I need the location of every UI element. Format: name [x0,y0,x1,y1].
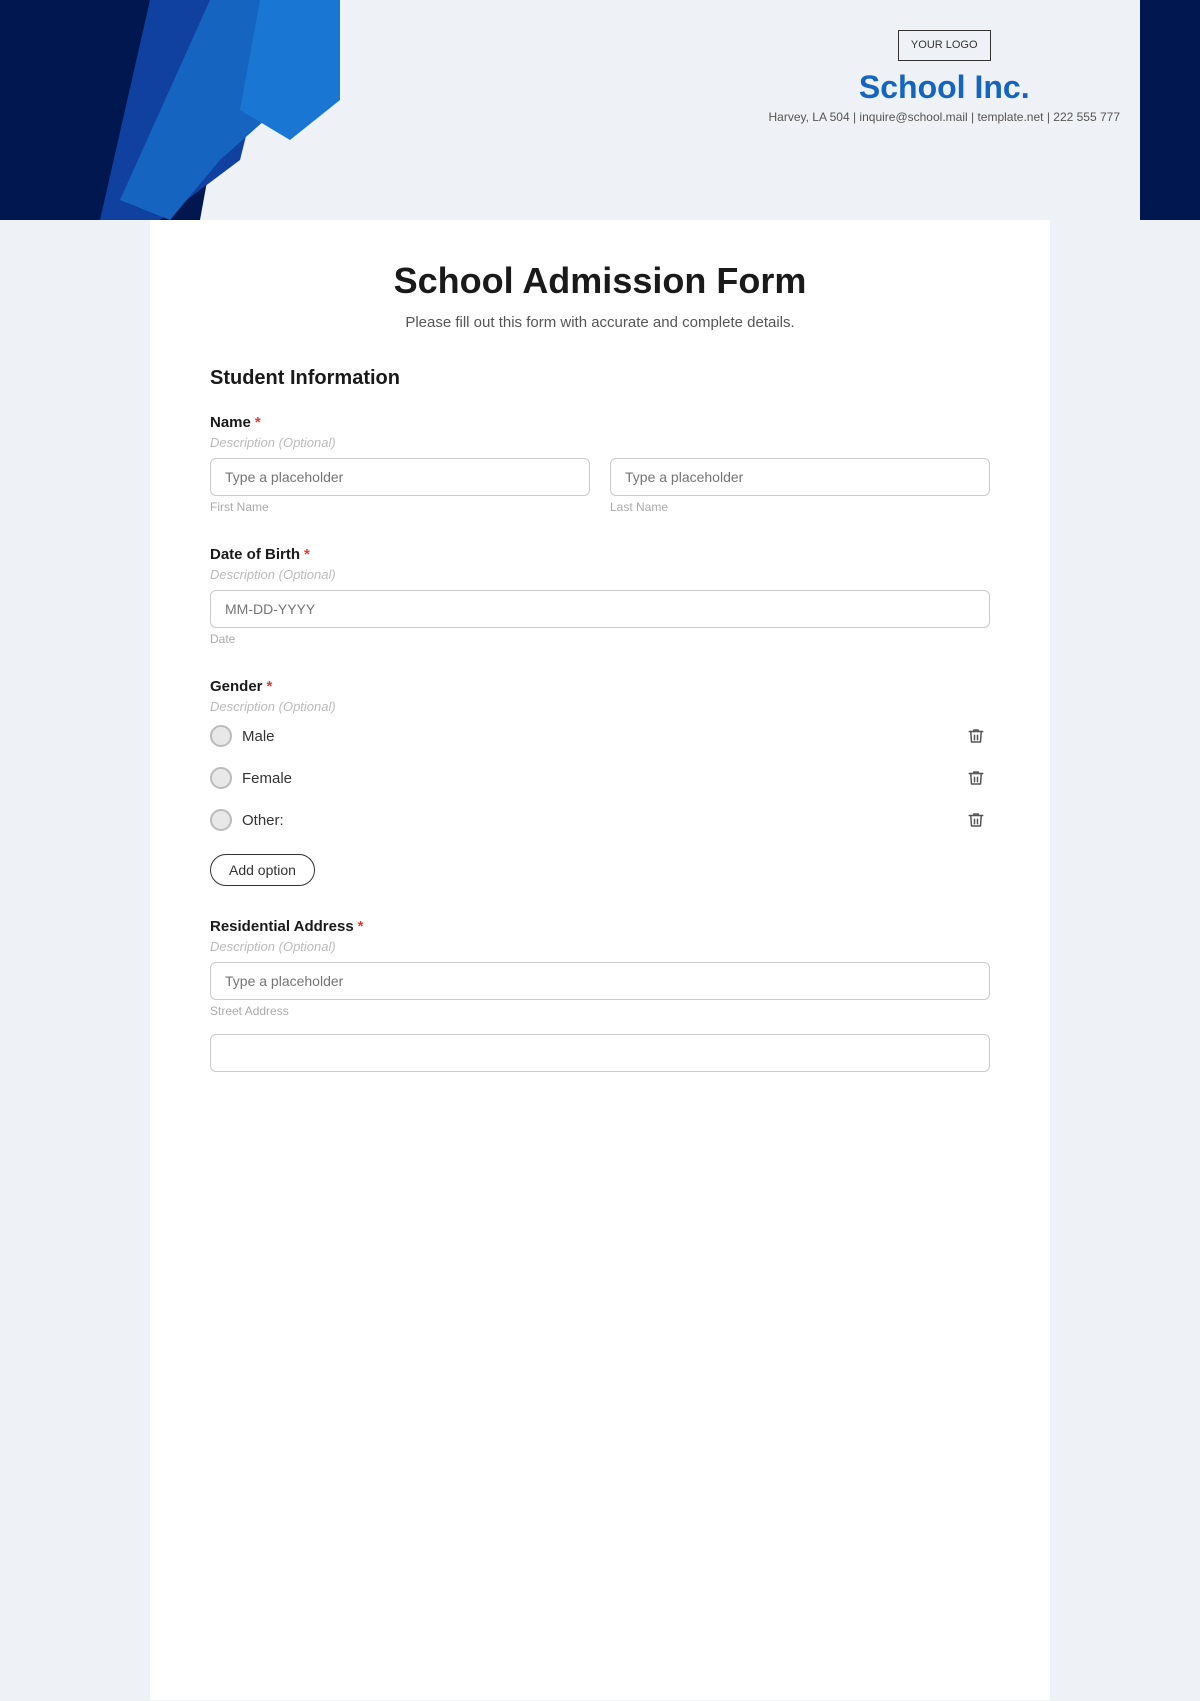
field-gender-description: Description (Optional) [210,699,990,714]
field-address-description: Description (Optional) [210,939,990,954]
first-name-wrapper: First Name [210,458,590,514]
school-contact: Harvey, LA 504 | inquire@school.mail | t… [768,110,1120,124]
required-indicator: * [304,546,310,563]
street-address-sublabel: Street Address [210,1004,990,1018]
section-heading: Student Information [210,367,990,390]
address-row2 [210,1034,990,1072]
dob-sublabel: Date [210,632,990,646]
field-name: Name * Description (Optional) First Name… [210,414,990,514]
field-address-label: Residential Address * [210,918,990,935]
field-dob-label: Date of Birth * [210,546,990,563]
gender-label-male: Male [242,728,275,745]
field-dob: Date of Birth * Description (Optional) D… [210,546,990,646]
address-line2-input[interactable] [210,1034,990,1072]
gender-option-male: Male [210,722,990,750]
radio-circle-other[interactable] [210,809,232,831]
field-name-description: Description (Optional) [210,435,990,450]
dob-wrapper: Date [210,590,990,646]
field-dob-description: Description (Optional) [210,567,990,582]
form-title: School Admission Form [210,260,990,302]
street-address-input[interactable] [210,962,990,1000]
header-logo-area: YOUR LOGO School Inc. Harvey, LA 504 | i… [768,30,1120,124]
required-indicator: * [255,414,261,431]
page-header: YOUR LOGO School Inc. Harvey, LA 504 | i… [0,0,1200,220]
form-subtitle: Please fill out this form with accurate … [210,314,990,331]
field-gender: Gender * Description (Optional) Male [210,678,990,886]
field-name-label: Name * [210,414,990,431]
gender-option-female: Female [210,764,990,792]
radio-circle-female[interactable] [210,767,232,789]
field-name-row: First Name Last Name [210,458,990,514]
last-name-wrapper: Last Name [610,458,990,514]
delete-female-button[interactable] [962,764,990,792]
street-address-wrapper: Street Address [210,962,990,1018]
required-indicator: * [358,918,364,935]
logo-text: YOUR LOGO [911,39,978,51]
school-name: School Inc. [768,69,1120,106]
gender-label-other: Other: [242,812,284,829]
delete-other-button[interactable] [962,806,990,834]
header-decoration-right [1140,0,1200,220]
field-gender-label: Gender * [210,678,990,695]
first-name-input[interactable] [210,458,590,496]
delete-male-button[interactable] [962,722,990,750]
gender-label-female: Female [242,770,292,787]
radio-circle-male[interactable] [210,725,232,747]
last-name-input[interactable] [610,458,990,496]
field-address-row: Street Address [210,962,990,1018]
required-indicator: * [267,678,273,695]
last-name-sublabel: Last Name [610,500,990,514]
first-name-sublabel: First Name [210,500,590,514]
dob-input[interactable] [210,590,990,628]
form-content: School Admission Form Please fill out th… [150,220,1050,1700]
field-residential-address: Residential Address * Description (Optio… [210,918,990,1072]
field-dob-row: Date [210,590,990,646]
logo-box: YOUR LOGO [898,30,991,61]
header-decoration-left [0,0,340,220]
add-option-button[interactable]: Add option [210,854,315,886]
gender-option-other: Other: [210,806,990,834]
